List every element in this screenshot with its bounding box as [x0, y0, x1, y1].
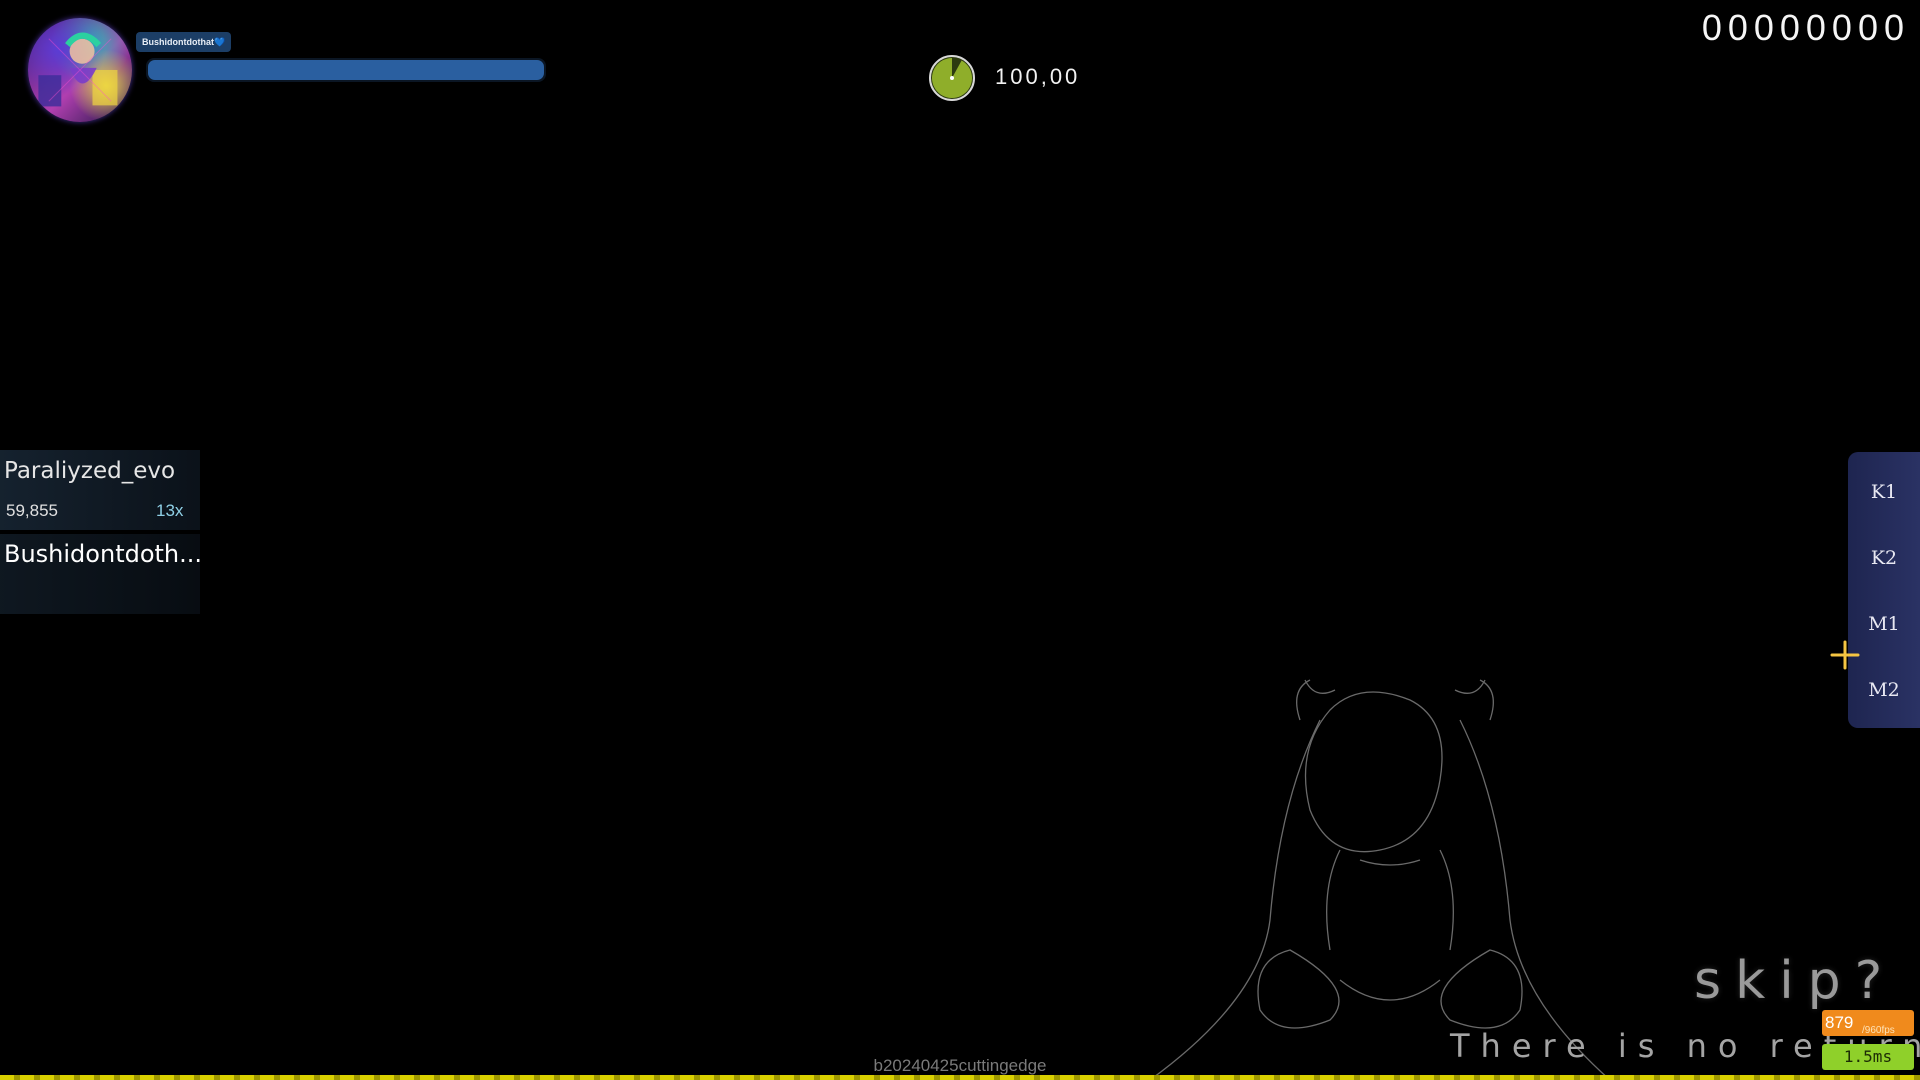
score-counter: 00000000: [1701, 7, 1910, 48]
fps-target: /960fps: [1862, 1025, 1895, 1036]
song-timer-pie-icon: [929, 55, 975, 101]
leaderboard-player-name: Paraliyzed_evo: [4, 458, 176, 484]
health-bar-fill: [148, 60, 544, 80]
fps-value: 879: [1825, 1013, 1854, 1032]
skip-button[interactable]: skip?: [1694, 944, 1896, 1018]
key-k2: K2: [1870, 547, 1898, 569]
leaderboard-score: 59,855: [6, 501, 58, 520]
avatar-art-icon: [38, 32, 118, 107]
player-name-tag: Bushidontdothat💙: [136, 32, 232, 52]
leaderboard-player-name: Bushidontdoth...: [4, 540, 203, 568]
accuracy-display: 100,00: [995, 64, 1081, 89]
key-m2: M2: [1868, 679, 1900, 701]
leaderboard-combo: 13x: [156, 501, 184, 520]
key-k1: K1: [1870, 481, 1898, 503]
song-progress-stripe: [0, 1075, 1920, 1080]
key-overlay: K1 K2 M1 M2: [1848, 452, 1920, 728]
cursor-crosshair-icon: [1830, 640, 1860, 670]
health-bar: [146, 58, 546, 82]
background-character-sketch: [1149, 679, 1611, 1080]
player-avatar: [28, 18, 132, 122]
